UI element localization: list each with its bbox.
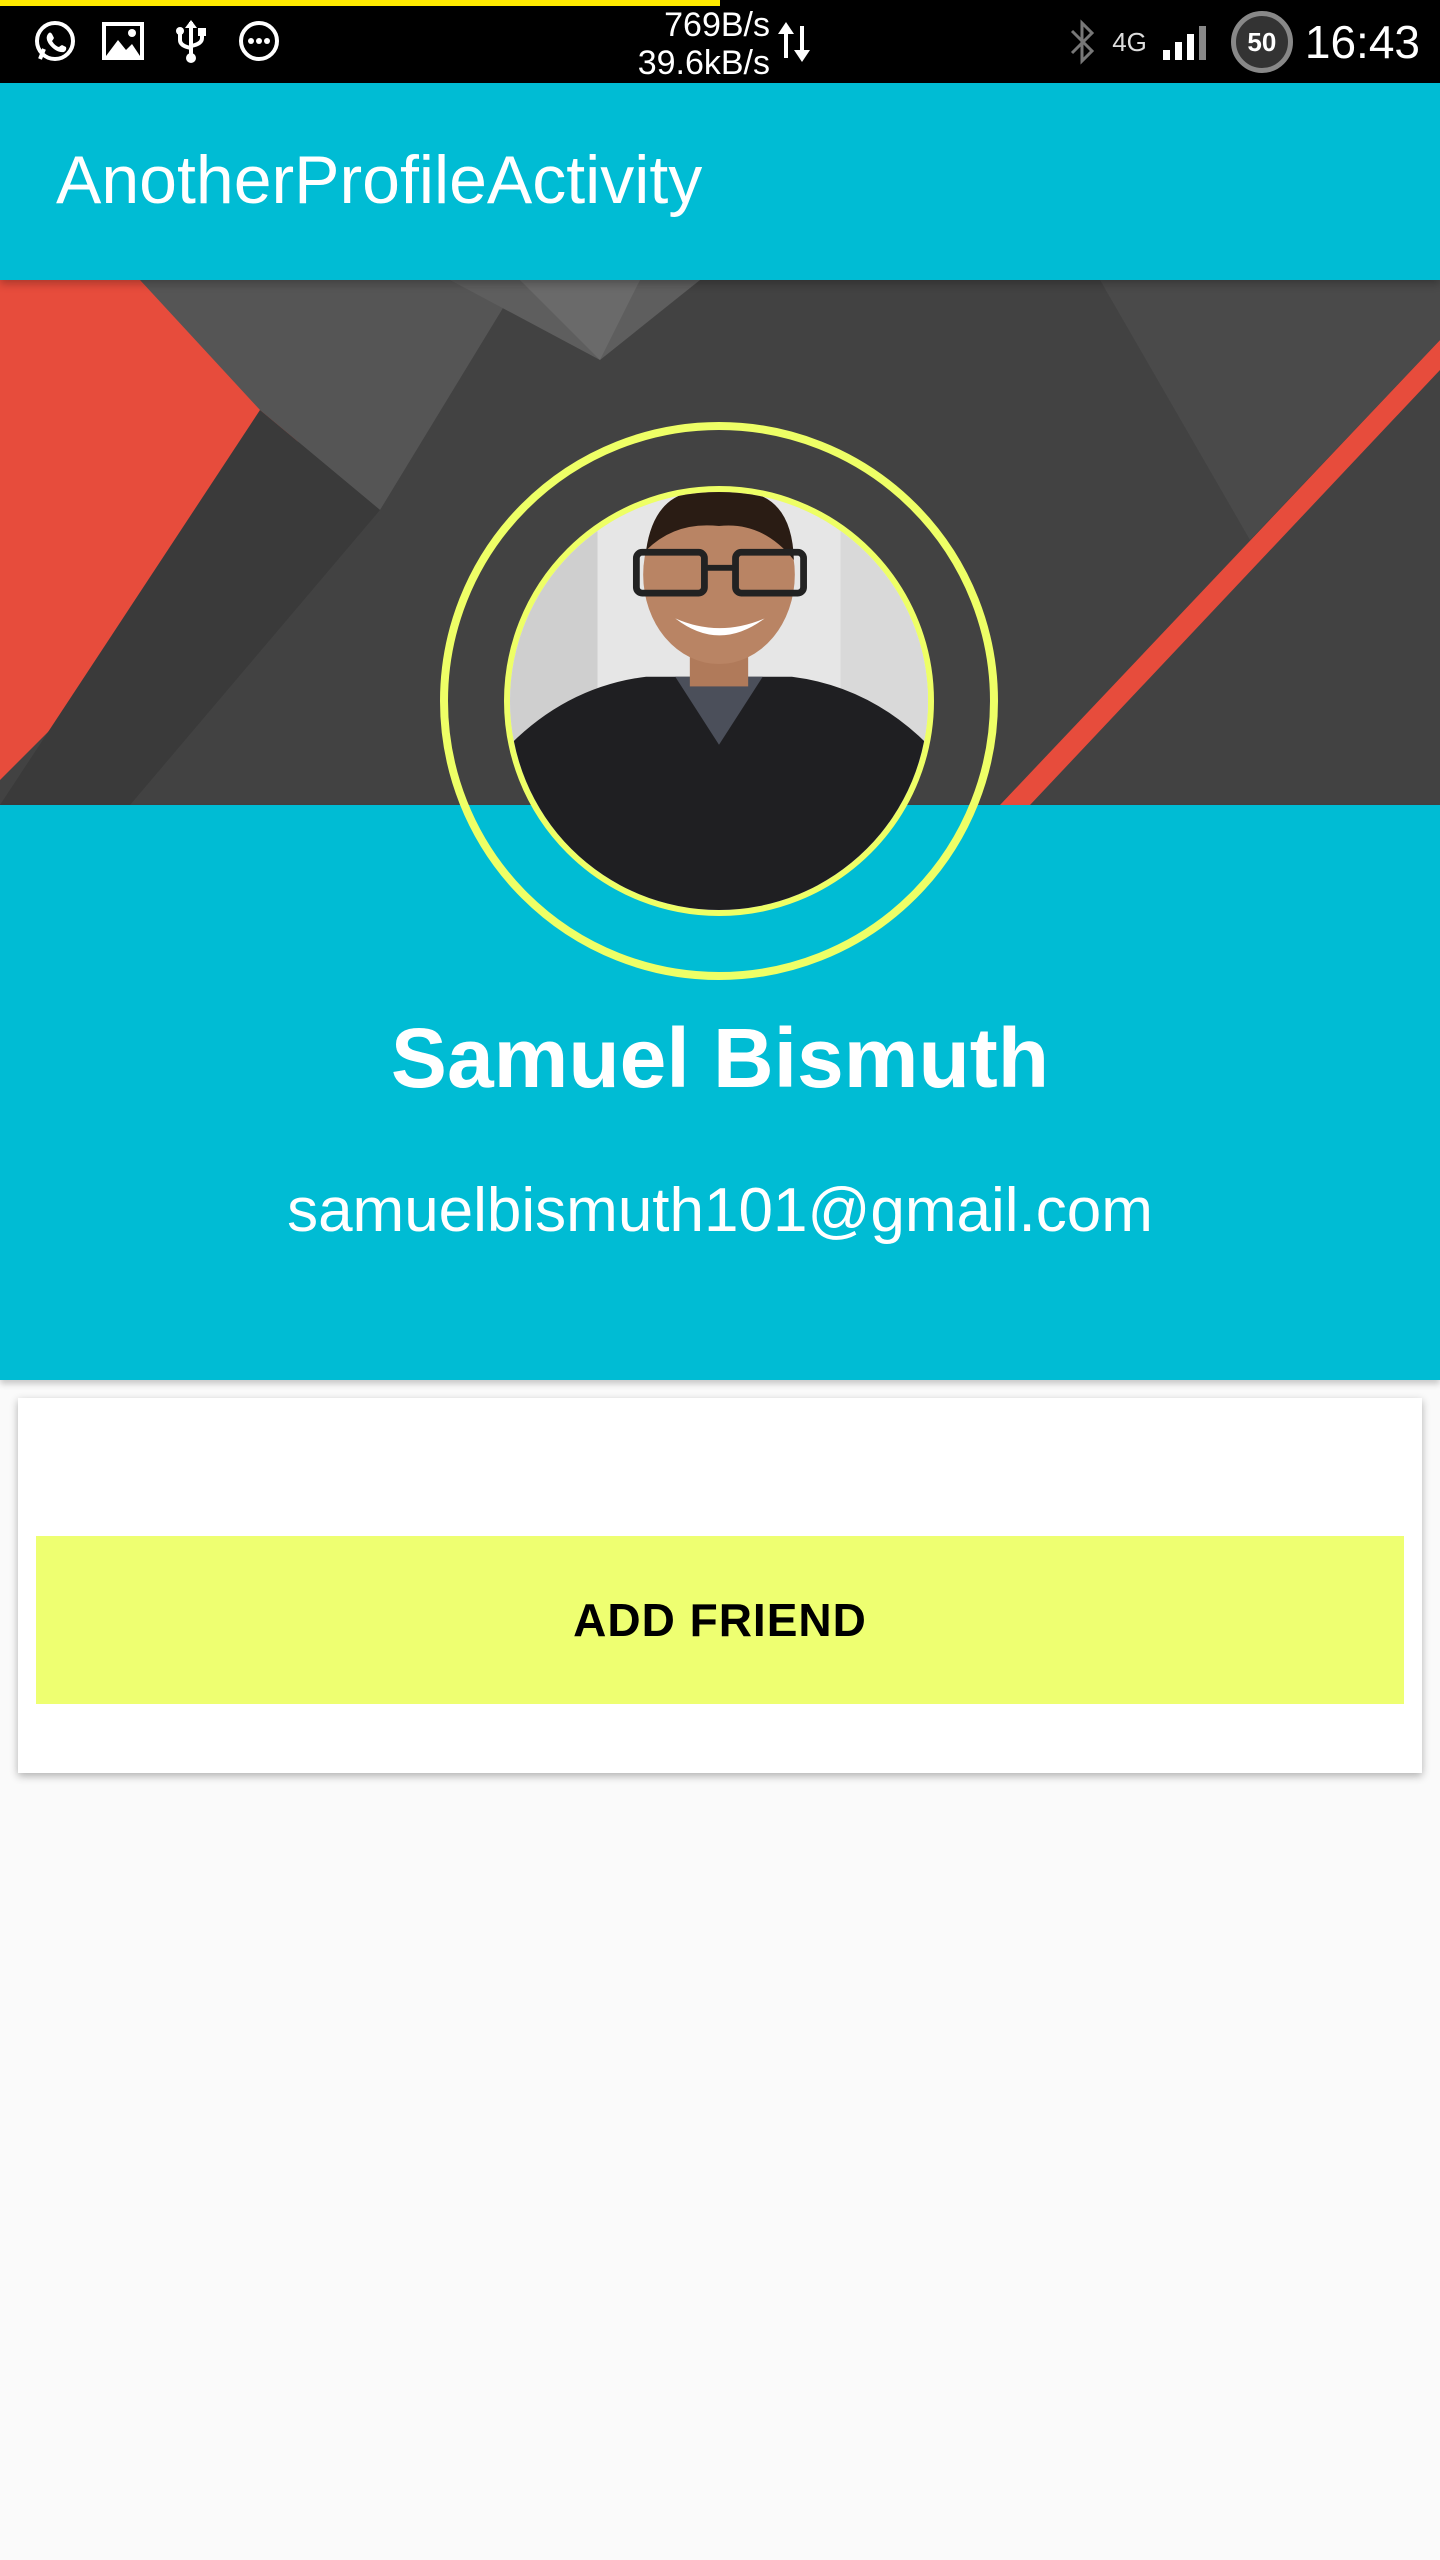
more-icon (239, 21, 279, 61)
network-type: 4G (1112, 26, 1147, 57)
profile-email: samuelbismuth101@gmail.com (287, 1176, 1153, 1245)
network-speed: 769B/s 39.6kB/s (620, 6, 770, 82)
add-friend-button[interactable]: ADD FRIEND (36, 1536, 1404, 1704)
action-card: ADD FRIEND (18, 1398, 1422, 1773)
bluetooth-icon (1071, 19, 1095, 65)
load-progress-bar (0, 0, 720, 6)
app-title: AnotherProfileActivity (56, 142, 703, 218)
whatsapp-icon (35, 21, 75, 61)
clock: 16:43 (1304, 16, 1420, 68)
battery-icon: 50 (1230, 11, 1293, 73)
data-transfer-icon (778, 22, 810, 62)
battery-level: 50 (1247, 26, 1277, 57)
system-indicators: 4G 50 16:43 (1066, 10, 1420, 74)
usb-icon (176, 20, 206, 63)
app-bar: AnotherProfileActivity (0, 83, 1440, 280)
speed-down: 769B/s (664, 6, 770, 44)
avatar-photo (510, 492, 928, 910)
speed-up: 39.6kB/s (637, 44, 770, 82)
status-bar: 769B/s 39.6kB/s 4G 50 16:43 (0, 0, 1440, 83)
gallery-icon (102, 22, 144, 60)
signal-icon (1162, 26, 1206, 60)
avatar[interactable] (504, 486, 934, 916)
notification-icons (32, 18, 282, 64)
profile-name: Samuel Bismuth (390, 1011, 1050, 1105)
